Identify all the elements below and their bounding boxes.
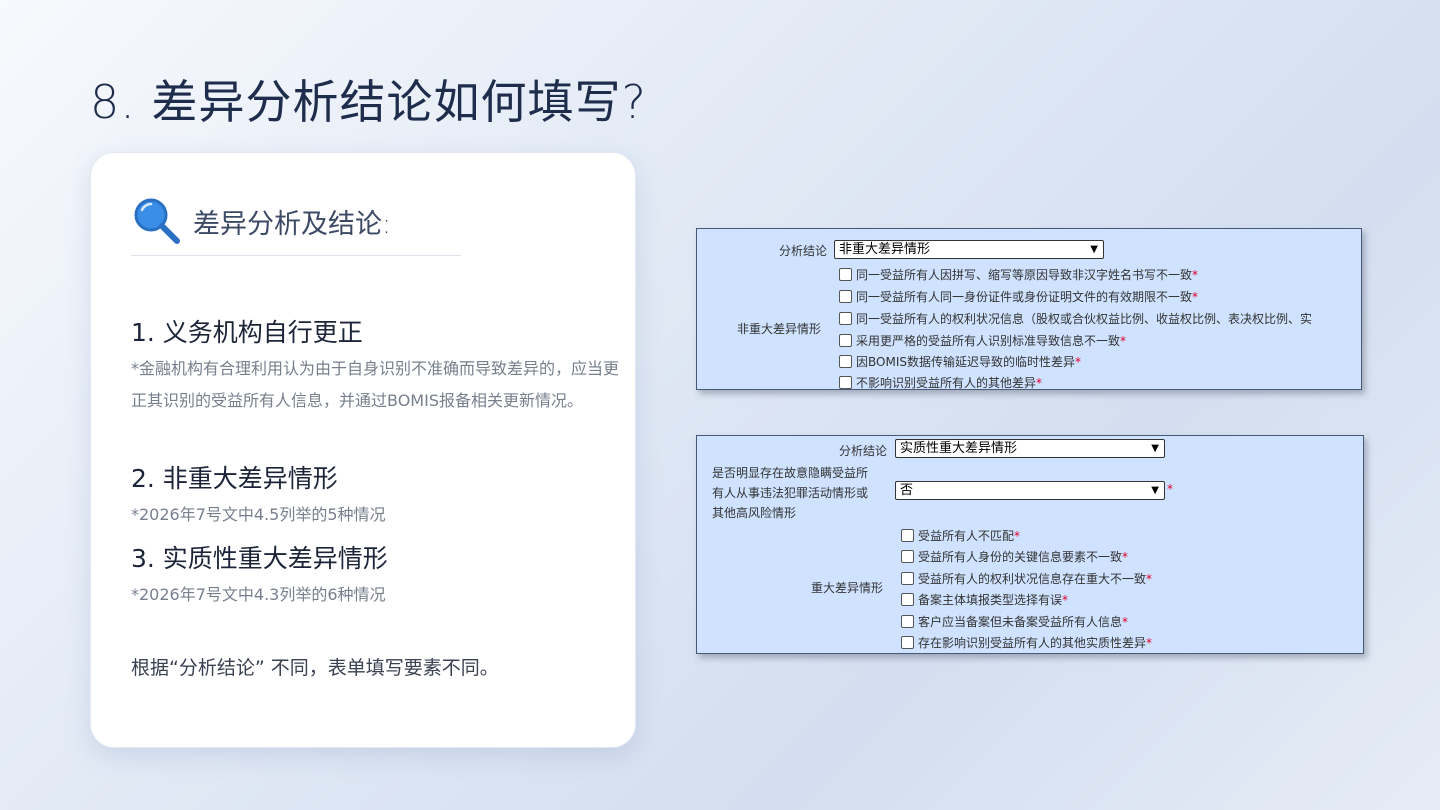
checkbox[interactable]	[901, 572, 914, 585]
risk-label-line: 有人从事违法犯罪活动情形或	[712, 486, 869, 500]
card-header: 差异分析及结论:	[131, 195, 391, 247]
option-row[interactable]: 不影响识别受益所有人的其他差异 *	[839, 374, 1043, 390]
required-mark: *	[1122, 549, 1129, 564]
group-label: 重大差异情形	[811, 581, 884, 595]
option-row[interactable]: 受益所有人不匹配 *	[901, 527, 1020, 544]
checkbox[interactable]	[901, 636, 914, 649]
chevron-down-icon: ▼	[1151, 443, 1159, 454]
checkbox[interactable]	[839, 290, 852, 303]
conclusion-select[interactable]: 非重大差异情形 ▼	[834, 240, 1104, 259]
checkbox[interactable]	[839, 268, 852, 281]
option-row[interactable]: 存在影响识别受益所有人的其他实质性差异 *	[901, 634, 1152, 651]
analysis-card: 差异分析及结论: 1. 义务机构自行更正 *金融机构有合理利用认为由于自身识别不…	[90, 152, 636, 748]
conclusion-select-value: 非重大差异情形	[839, 242, 931, 257]
option-row[interactable]: 受益所有人的权利状况信息存在重大不一致 *	[901, 570, 1152, 587]
conclusion-label: 分析结论	[779, 244, 828, 258]
required-mark: *	[1074, 354, 1081, 369]
option-label: 因BOMIS数据传输延迟导致的临时性差异	[856, 355, 1075, 369]
required-mark: *	[1192, 267, 1199, 282]
chevron-down-icon: ▼	[1090, 244, 1098, 255]
conclusion-label: 分析结论	[839, 444, 888, 458]
option-row[interactable]: 采用更严格的受益所有人识别标准导致信息不一致 *	[839, 332, 1126, 349]
checkbox[interactable]	[839, 334, 852, 347]
option-label: 同一受益所有人因拼写、缩写等原因导致非汉字姓名书写不一致	[856, 268, 1193, 282]
option-row[interactable]: 受益所有人身份的关键信息要素不一致 *	[901, 548, 1128, 565]
option-label: 同一受益所有人同一身份证件或身份证明文件的有效期限不一致	[856, 290, 1193, 304]
divider	[131, 255, 461, 256]
conclusion-select[interactable]: 实质性重大差异情形 ▼	[895, 439, 1165, 458]
option-row[interactable]: 同一受益所有人的权利状况信息（股权或合伙权益比例、收益权比例、表决权比例、实	[839, 310, 1312, 327]
option-row[interactable]: 同一受益所有人因拼写、缩写等原因导致非汉字姓名书写不一致 *	[839, 266, 1198, 283]
required-mark: *	[1120, 333, 1127, 348]
checkbox[interactable]	[901, 529, 914, 542]
chevron-down-icon: ▼	[1151, 485, 1159, 496]
option-label: 客户应当备案但未备案受益所有人信息	[918, 615, 1123, 629]
item-note-3: *2026年7号文中4.3列举的6种情况	[131, 585, 386, 604]
risk-label-line: 其他高风险情形	[712, 506, 797, 520]
risk-select-value: 否	[900, 483, 914, 498]
item-note-2: *2026年7号文中4.5列举的5种情况	[131, 505, 386, 524]
option-row[interactable]: 同一受益所有人同一身份证件或身份证明文件的有效期限不一致 *	[839, 288, 1198, 305]
option-label: 受益所有人不匹配	[918, 529, 1015, 543]
closing-note: 根据“分析结论” 不同，表单填写要素不同。	[131, 657, 499, 679]
required-mark: *	[1192, 289, 1199, 304]
item-title-1: 1. 义务机构自行更正	[131, 318, 363, 347]
required-mark: *	[1122, 614, 1129, 629]
option-row[interactable]: 因BOMIS数据传输延迟导致的临时性差异 *	[839, 353, 1081, 370]
option-label: 不影响识别受益所有人的其他差异	[856, 376, 1037, 390]
item-title-2: 2. 非重大差异情形	[131, 464, 338, 493]
non-material-difference-form: 分析结论 非重大差异情形 ▼ 非重大差异情形 同一受益所有人因拼写、缩写等原因导…	[696, 228, 1362, 390]
checkbox[interactable]	[901, 550, 914, 563]
required-mark: *	[1167, 482, 1173, 496]
checkbox[interactable]	[839, 355, 852, 368]
option-row[interactable]: 备案主体填报类型选择有误 *	[901, 591, 1068, 608]
option-label: 备案主体填报类型选择有误	[918, 593, 1063, 607]
option-label: 受益所有人的权利状况信息存在重大不一致	[918, 572, 1147, 586]
checkbox[interactable]	[839, 376, 852, 389]
risk-label-line: 是否明显存在故意隐瞒受益所	[712, 466, 869, 480]
option-label: 存在影响识别受益所有人的其他实质性差异	[918, 636, 1147, 650]
option-label: 受益所有人身份的关键信息要素不一致	[918, 550, 1123, 564]
required-mark: *	[1062, 592, 1069, 607]
checkbox[interactable]	[901, 615, 914, 628]
material-difference-form: 分析结论 实质性重大差异情形 ▼ 是否明显存在故意隐瞒受益所 有人从事违法犯罪活…	[696, 435, 1364, 654]
required-mark: *	[1146, 571, 1153, 586]
required-mark: *	[1014, 528, 1021, 543]
checkbox[interactable]	[901, 593, 914, 606]
card-heading: 差异分析及结论:	[193, 208, 392, 240]
magnifier-icon	[131, 195, 183, 247]
option-row[interactable]: 客户应当备案但未备案受益所有人信息 *	[901, 613, 1128, 630]
conclusion-select-value: 实质性重大差异情形	[900, 441, 1018, 456]
item-title-3: 3. 实质性重大差异情形	[131, 544, 388, 573]
risk-select[interactable]: 否 ▼	[895, 481, 1165, 500]
option-label: 同一受益所有人的权利状况信息（股权或合伙权益比例、收益权比例、表决权比例、实	[856, 312, 1313, 326]
checkbox[interactable]	[839, 312, 852, 325]
page-title: 8. 差异分析结论如何填写?	[90, 75, 647, 129]
group-label: 非重大差异情形	[737, 322, 822, 336]
item-note-1: *金融机构有合理利用认为由于自身识别不准确而导致差异的，应当更正其识别的受益所有…	[131, 359, 620, 410]
option-label: 采用更严格的受益所有人识别标准导致信息不一致	[856, 334, 1121, 348]
required-mark: *	[1036, 375, 1043, 390]
required-mark: *	[1146, 635, 1153, 650]
